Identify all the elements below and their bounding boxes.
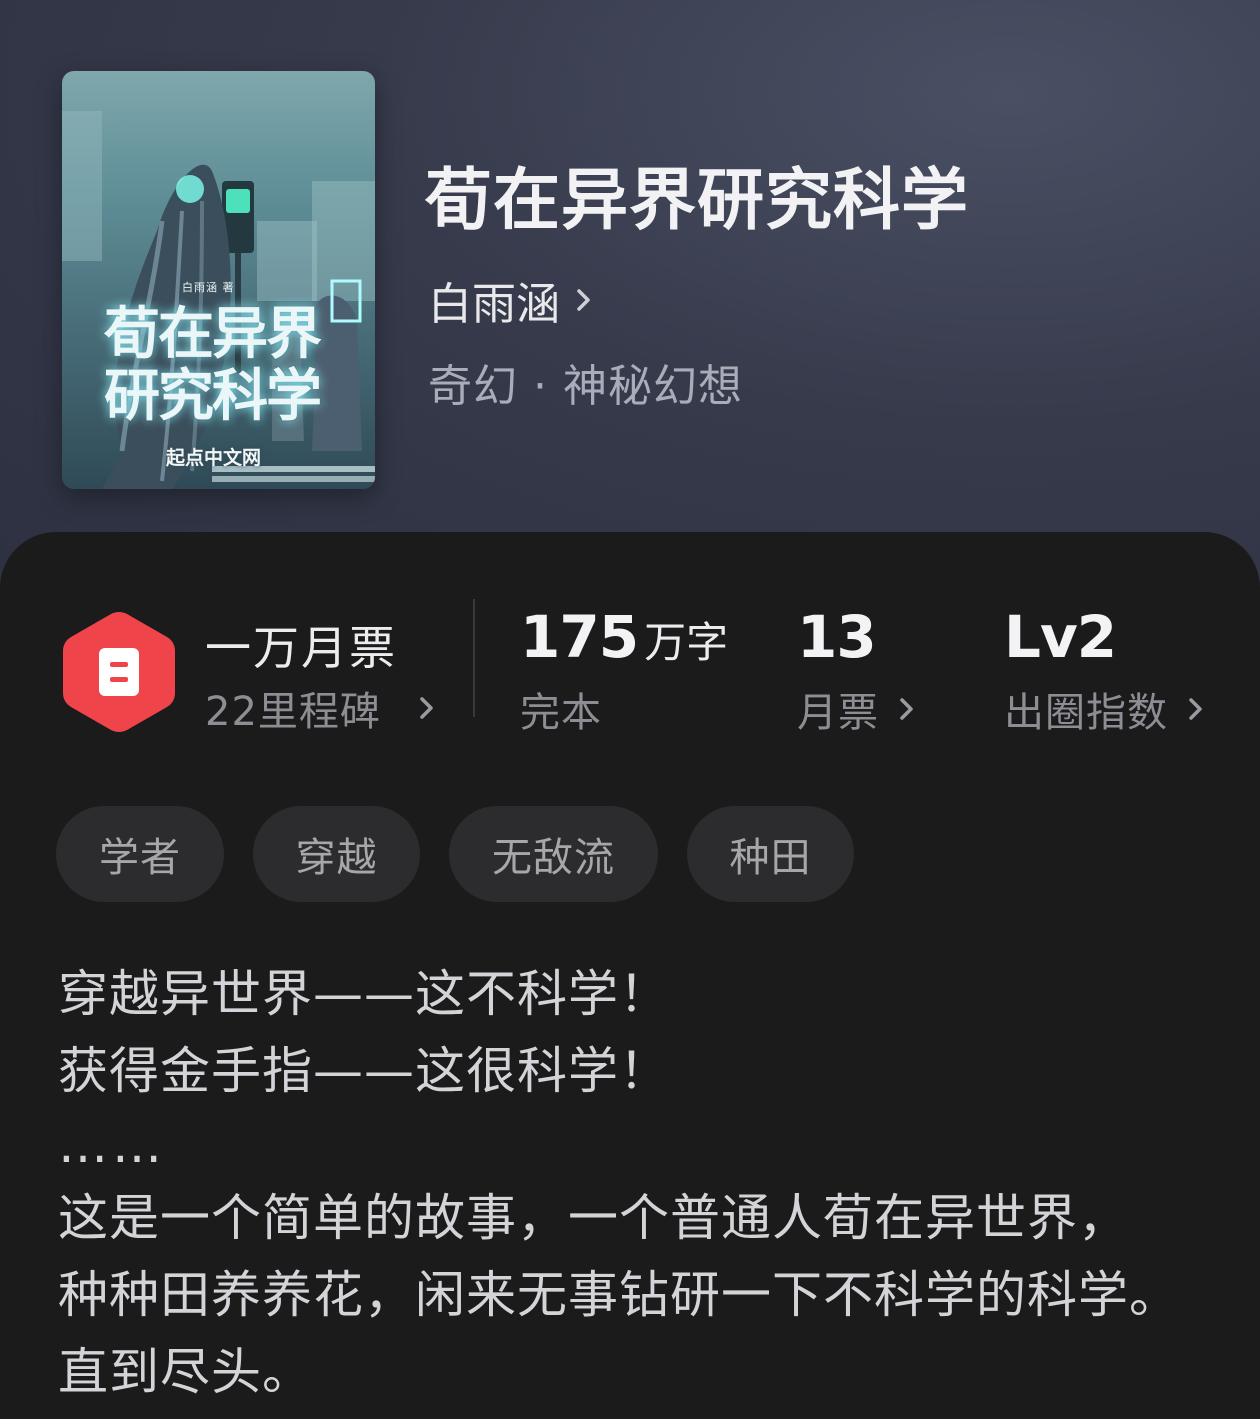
tag-list: 学者 穿越 无敌流 种田 bbox=[56, 806, 854, 902]
status-label: 完本 bbox=[520, 690, 602, 736]
stat-monthly-tickets[interactable]: 13 月票 bbox=[797, 602, 917, 738]
divider bbox=[473, 599, 475, 717]
chevron-right-icon bbox=[420, 697, 433, 719]
author-name: 白雨涵 bbox=[428, 279, 560, 330]
chevron-right-icon bbox=[1189, 698, 1202, 720]
cover-title: 荀在异界研究科学 bbox=[104, 301, 322, 429]
book-info-panel: 一万月票 22里程碑 175 万字 完本 13 月票 Lv2 出圈指数 学者 穿… bbox=[0, 532, 1260, 1419]
book-description[interactable]: 穿越异世界——这不科学！ 获得金手指——这很科学！ …… 这是一个简单的故事，一… bbox=[58, 956, 1238, 1411]
book-genre: 奇幻 · 神秘幻想 bbox=[428, 361, 743, 412]
cover-brand: 起点中文网 bbox=[166, 447, 262, 469]
description-line: 直到尽头。 bbox=[58, 1343, 313, 1401]
tag-chip[interactable]: 种田 bbox=[687, 806, 854, 902]
description-line: …… bbox=[58, 1116, 166, 1174]
tag-chip[interactable]: 穿越 bbox=[253, 806, 420, 902]
monthly-tickets-label: 月票 bbox=[797, 690, 879, 736]
description-line: 种种田养养花，闲来无事钻研一下不科学的科学。 bbox=[58, 1266, 1180, 1324]
monthly-tickets-value: 13 bbox=[797, 603, 877, 671]
ticket-badge-icon bbox=[63, 612, 175, 732]
popularity-index-label: 出圈指数 bbox=[1004, 690, 1168, 736]
tag-chip[interactable]: 无敌流 bbox=[449, 806, 658, 902]
milestone-subtitle: 22里程碑 bbox=[205, 689, 381, 735]
book-header: 白雨涵 著 荀在异界研究科学 起点中文网 荀在异界研究科学 白雨涵 奇幻 · 神… bbox=[0, 0, 1260, 620]
chevron-right-icon bbox=[577, 289, 590, 311]
milestone-title: 一万月票 bbox=[205, 621, 397, 675]
description-line: 获得金手指——这很科学！ bbox=[58, 1042, 670, 1100]
word-count-value: 175 bbox=[520, 603, 639, 671]
tag-chip[interactable]: 学者 bbox=[56, 806, 224, 902]
stat-popularity-index[interactable]: Lv2 出圈指数 bbox=[1004, 602, 1206, 738]
cover-author: 白雨涵 著 bbox=[182, 281, 235, 294]
description-line: 穿越异世界——这不科学！ bbox=[58, 965, 670, 1023]
description-line: 这是一个简单的故事，一个普通人荀在异世界， bbox=[58, 1189, 1129, 1247]
book-detail-page: 白雨涵 著 荀在异界研究科学 起点中文网 荀在异界研究科学 白雨涵 奇幻 · 神… bbox=[0, 0, 1260, 1419]
stat-word-count: 175 万字 完本 bbox=[520, 602, 728, 738]
author-link[interactable]: 白雨涵 bbox=[428, 270, 594, 330]
milestone-link[interactable]: 22里程碑 bbox=[205, 679, 437, 737]
popularity-index-value: Lv2 bbox=[1004, 603, 1117, 671]
book-cover[interactable]: 白雨涵 著 荀在异界研究科学 起点中文网 bbox=[62, 71, 375, 489]
book-title: 荀在异界研究科学 bbox=[425, 160, 969, 239]
chevron-right-icon bbox=[900, 698, 913, 720]
word-count-unit: 万字 bbox=[644, 618, 729, 667]
